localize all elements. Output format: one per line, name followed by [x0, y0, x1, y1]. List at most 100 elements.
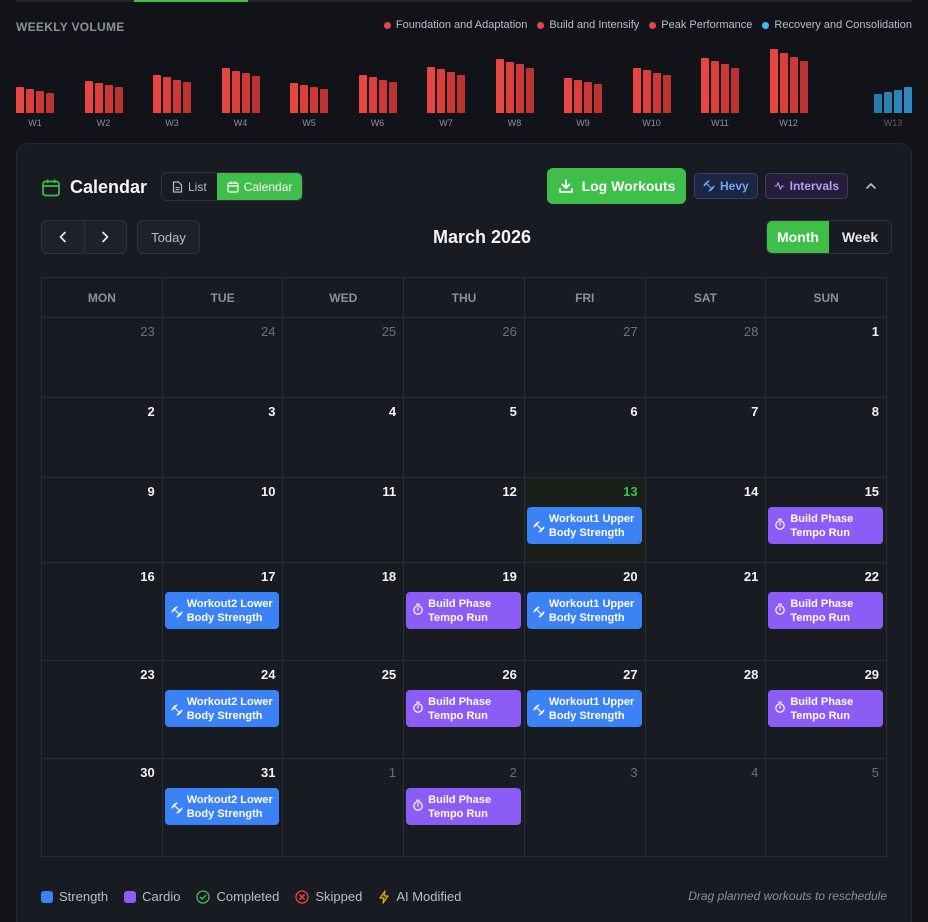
weekday-label: TUE — [163, 278, 284, 317]
volume-bar — [779, 53, 788, 113]
next-month-button[interactable] — [85, 221, 127, 253]
week-bar-group: W10 — [632, 40, 671, 130]
calendar-week-row: 16 17 Workout2 Lower Body Strength 18 19 Buil… — [42, 563, 886, 661]
view-mode-toggle: List Calendar — [161, 172, 304, 201]
calendar-day[interactable]: 26 Build Phase Tempo Run — [404, 661, 525, 758]
week-view-button[interactable]: Week — [829, 221, 891, 253]
week-bars — [495, 59, 534, 113]
cardio-workout-event[interactable]: Build Phase Tempo Run — [768, 507, 884, 544]
calendar-day[interactable]: 5 — [766, 759, 886, 856]
calendar-day[interactable]: 2 Build Phase Tempo Run — [404, 759, 525, 856]
calendar-day[interactable]: 16 — [42, 563, 163, 660]
calendar-day[interactable]: 22 Build Phase Tempo Run — [766, 563, 886, 660]
calendar-day[interactable]: 5 — [404, 398, 525, 477]
today-button[interactable]: Today — [137, 220, 200, 254]
intervals-integration-button[interactable]: Intervals — [765, 173, 848, 199]
calendar-day[interactable]: 27 — [525, 318, 646, 397]
calendar-day[interactable]: 17 Workout2 Lower Body Strength — [163, 563, 284, 660]
calendar-day[interactable]: 28 — [646, 318, 767, 397]
log-workouts-button[interactable]: Log Workouts — [547, 168, 686, 204]
cardio-workout-event[interactable]: Build Phase Tempo Run — [406, 788, 521, 825]
month-view-button[interactable]: Month — [767, 221, 829, 253]
chevron-left-icon — [59, 231, 66, 243]
strength-workout-event[interactable]: Workout1 Upper Body Strength — [526, 690, 642, 727]
hevy-integration-button[interactable]: Hevy — [694, 173, 758, 199]
strength-workout-event[interactable]: Workout2 Lower Body Strength — [164, 592, 280, 629]
calendar-day[interactable]: 7 — [646, 398, 767, 477]
calendar-day[interactable]: 3 — [525, 759, 646, 856]
weekday-label: SAT — [646, 278, 767, 317]
previous-month-button[interactable] — [42, 221, 85, 253]
calendar-day[interactable]: 29 Build Phase Tempo Run — [766, 661, 886, 758]
calendar-day[interactable]: 6 — [525, 398, 646, 477]
calendar-view-button[interactable]: Calendar — [216, 173, 303, 200]
intervals-label: Intervals — [789, 179, 839, 193]
weekday-header: MON TUE WED THU FRI SAT SUN — [42, 278, 886, 318]
volume-bar — [632, 68, 641, 113]
calendar-day[interactable]: 8 — [766, 398, 886, 477]
calendar-day[interactable]: 28 — [646, 661, 767, 758]
calendar-day[interactable]: 24 — [163, 318, 284, 397]
legend-skipped-label: Skipped — [315, 889, 363, 904]
cardio-workout-event[interactable]: Build Phase Tempo Run — [406, 592, 521, 629]
calendar-day[interactable]: 1 — [766, 318, 886, 397]
week-bars — [632, 68, 671, 113]
calendar-day[interactable]: 30 — [42, 759, 163, 856]
chevron-up-icon[interactable] — [863, 178, 879, 194]
calendar-day[interactable]: 20 Workout1 Upper Body Strength — [525, 563, 646, 660]
top-divider — [16, 0, 912, 2]
day-number: 15 — [864, 484, 880, 499]
calendar-day[interactable]: 27 Workout1 Upper Body Strength — [525, 661, 646, 758]
volume-bar — [769, 49, 778, 113]
calendar-day[interactable]: 18 — [283, 563, 405, 660]
x-circle-icon — [295, 889, 309, 904]
range-toggle: Month Week — [766, 220, 892, 254]
calendar-day[interactable]: 12 — [404, 478, 525, 562]
calendar-day[interactable]: 25 — [283, 318, 405, 397]
calendar-day[interactable]: 2 — [42, 398, 163, 477]
calendar-day[interactable]: 23 — [42, 318, 163, 397]
calendar-icon — [227, 181, 239, 193]
calendar-day[interactable]: 21 — [646, 563, 767, 660]
day-number: 11 — [382, 484, 397, 499]
strength-workout-event[interactable]: Workout1 Upper Body Strength — [526, 592, 642, 629]
strength-workout-event[interactable]: Workout2 Lower Body Strength — [164, 788, 280, 825]
calendar-day[interactable]: 4 — [283, 398, 405, 477]
calendar-day[interactable]: 19 Build Phase Tempo Run — [404, 563, 525, 660]
day-number: 28 — [743, 324, 759, 339]
phase-legend-item: Peak Performance — [649, 19, 752, 31]
calendar-day[interactable]: 3 — [163, 398, 284, 477]
workout-legend: Strength Cardio Completed Skipped AI Mod… — [41, 889, 461, 904]
calendar-day[interactable]: 24 Workout2 Lower Body Strength — [163, 661, 284, 758]
list-view-button[interactable]: List — [162, 173, 217, 200]
cardio-workout-event[interactable]: Build Phase Tempo Run — [768, 690, 884, 727]
strength-workout-event[interactable]: Workout1 Upper Body Strength — [526, 507, 642, 544]
day-number: 27 — [623, 667, 638, 682]
calendar-day[interactable]: 9 — [42, 478, 163, 562]
strength-workout-event[interactable]: Workout2 Lower Body Strength — [164, 690, 280, 727]
legend-strength-label: Strength — [59, 889, 109, 904]
calendar-day[interactable]: 4 — [646, 759, 767, 856]
calendar-day[interactable]: 26 — [404, 318, 525, 397]
week-bar-group: W1 — [16, 40, 54, 130]
calendar-day[interactable]: 25 — [283, 661, 405, 758]
calendar-day[interactable]: 15 Build Phase Tempo Run — [766, 478, 886, 562]
volume-bar — [173, 80, 181, 113]
calendar-day[interactable]: 10 — [163, 478, 284, 562]
week-bars — [153, 75, 191, 113]
calendar-day[interactable]: 31 Workout2 Lower Body Strength — [163, 759, 284, 856]
calendar-day-today[interactable]: 13 Workout1 Upper Body Strength — [524, 478, 646, 562]
calendar-day[interactable]: 23 — [42, 661, 163, 758]
calendar-day[interactable]: 11 — [283, 478, 405, 562]
cardio-workout-event[interactable]: Build Phase Tempo Run — [768, 592, 884, 629]
week-label: W12 — [779, 118, 798, 128]
calendar-day[interactable]: 14 — [646, 478, 767, 562]
day-number: 5 — [871, 765, 880, 780]
cardio-workout-event[interactable]: Build Phase Tempo Run — [406, 690, 521, 727]
day-number: 25 — [381, 667, 397, 682]
weekly-volume-title: WEEKLY VOLUME — [16, 20, 125, 34]
day-number: 31 — [260, 765, 276, 780]
volume-bar — [495, 59, 504, 113]
calendar-day[interactable]: 1 — [283, 759, 405, 856]
calendar-week-row: 30 31 Workout2 Lower Body Strength 1 2 Build … — [42, 759, 886, 856]
